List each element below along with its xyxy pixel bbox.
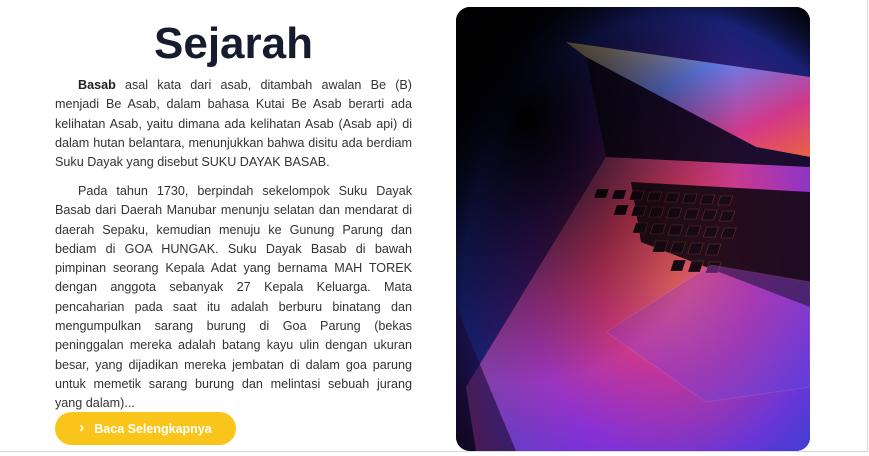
history-paragraph-2: Pada tahun 1730, berpindah sekelompok Su…: [55, 184, 412, 411]
chevron-right-icon: ›: [79, 419, 85, 436]
history-paragraph-1: Basab asal kata dari asab, ditambah awal…: [55, 76, 412, 172]
laptop-photo: [456, 7, 810, 451]
read-more-label: Baca Selengkapnya: [94, 421, 212, 436]
read-more-button[interactable]: › Baca Selengkapnya: [55, 412, 236, 445]
page-title: Sejarah: [154, 19, 313, 68]
paragraph-lead-word: Basab: [78, 78, 116, 92]
